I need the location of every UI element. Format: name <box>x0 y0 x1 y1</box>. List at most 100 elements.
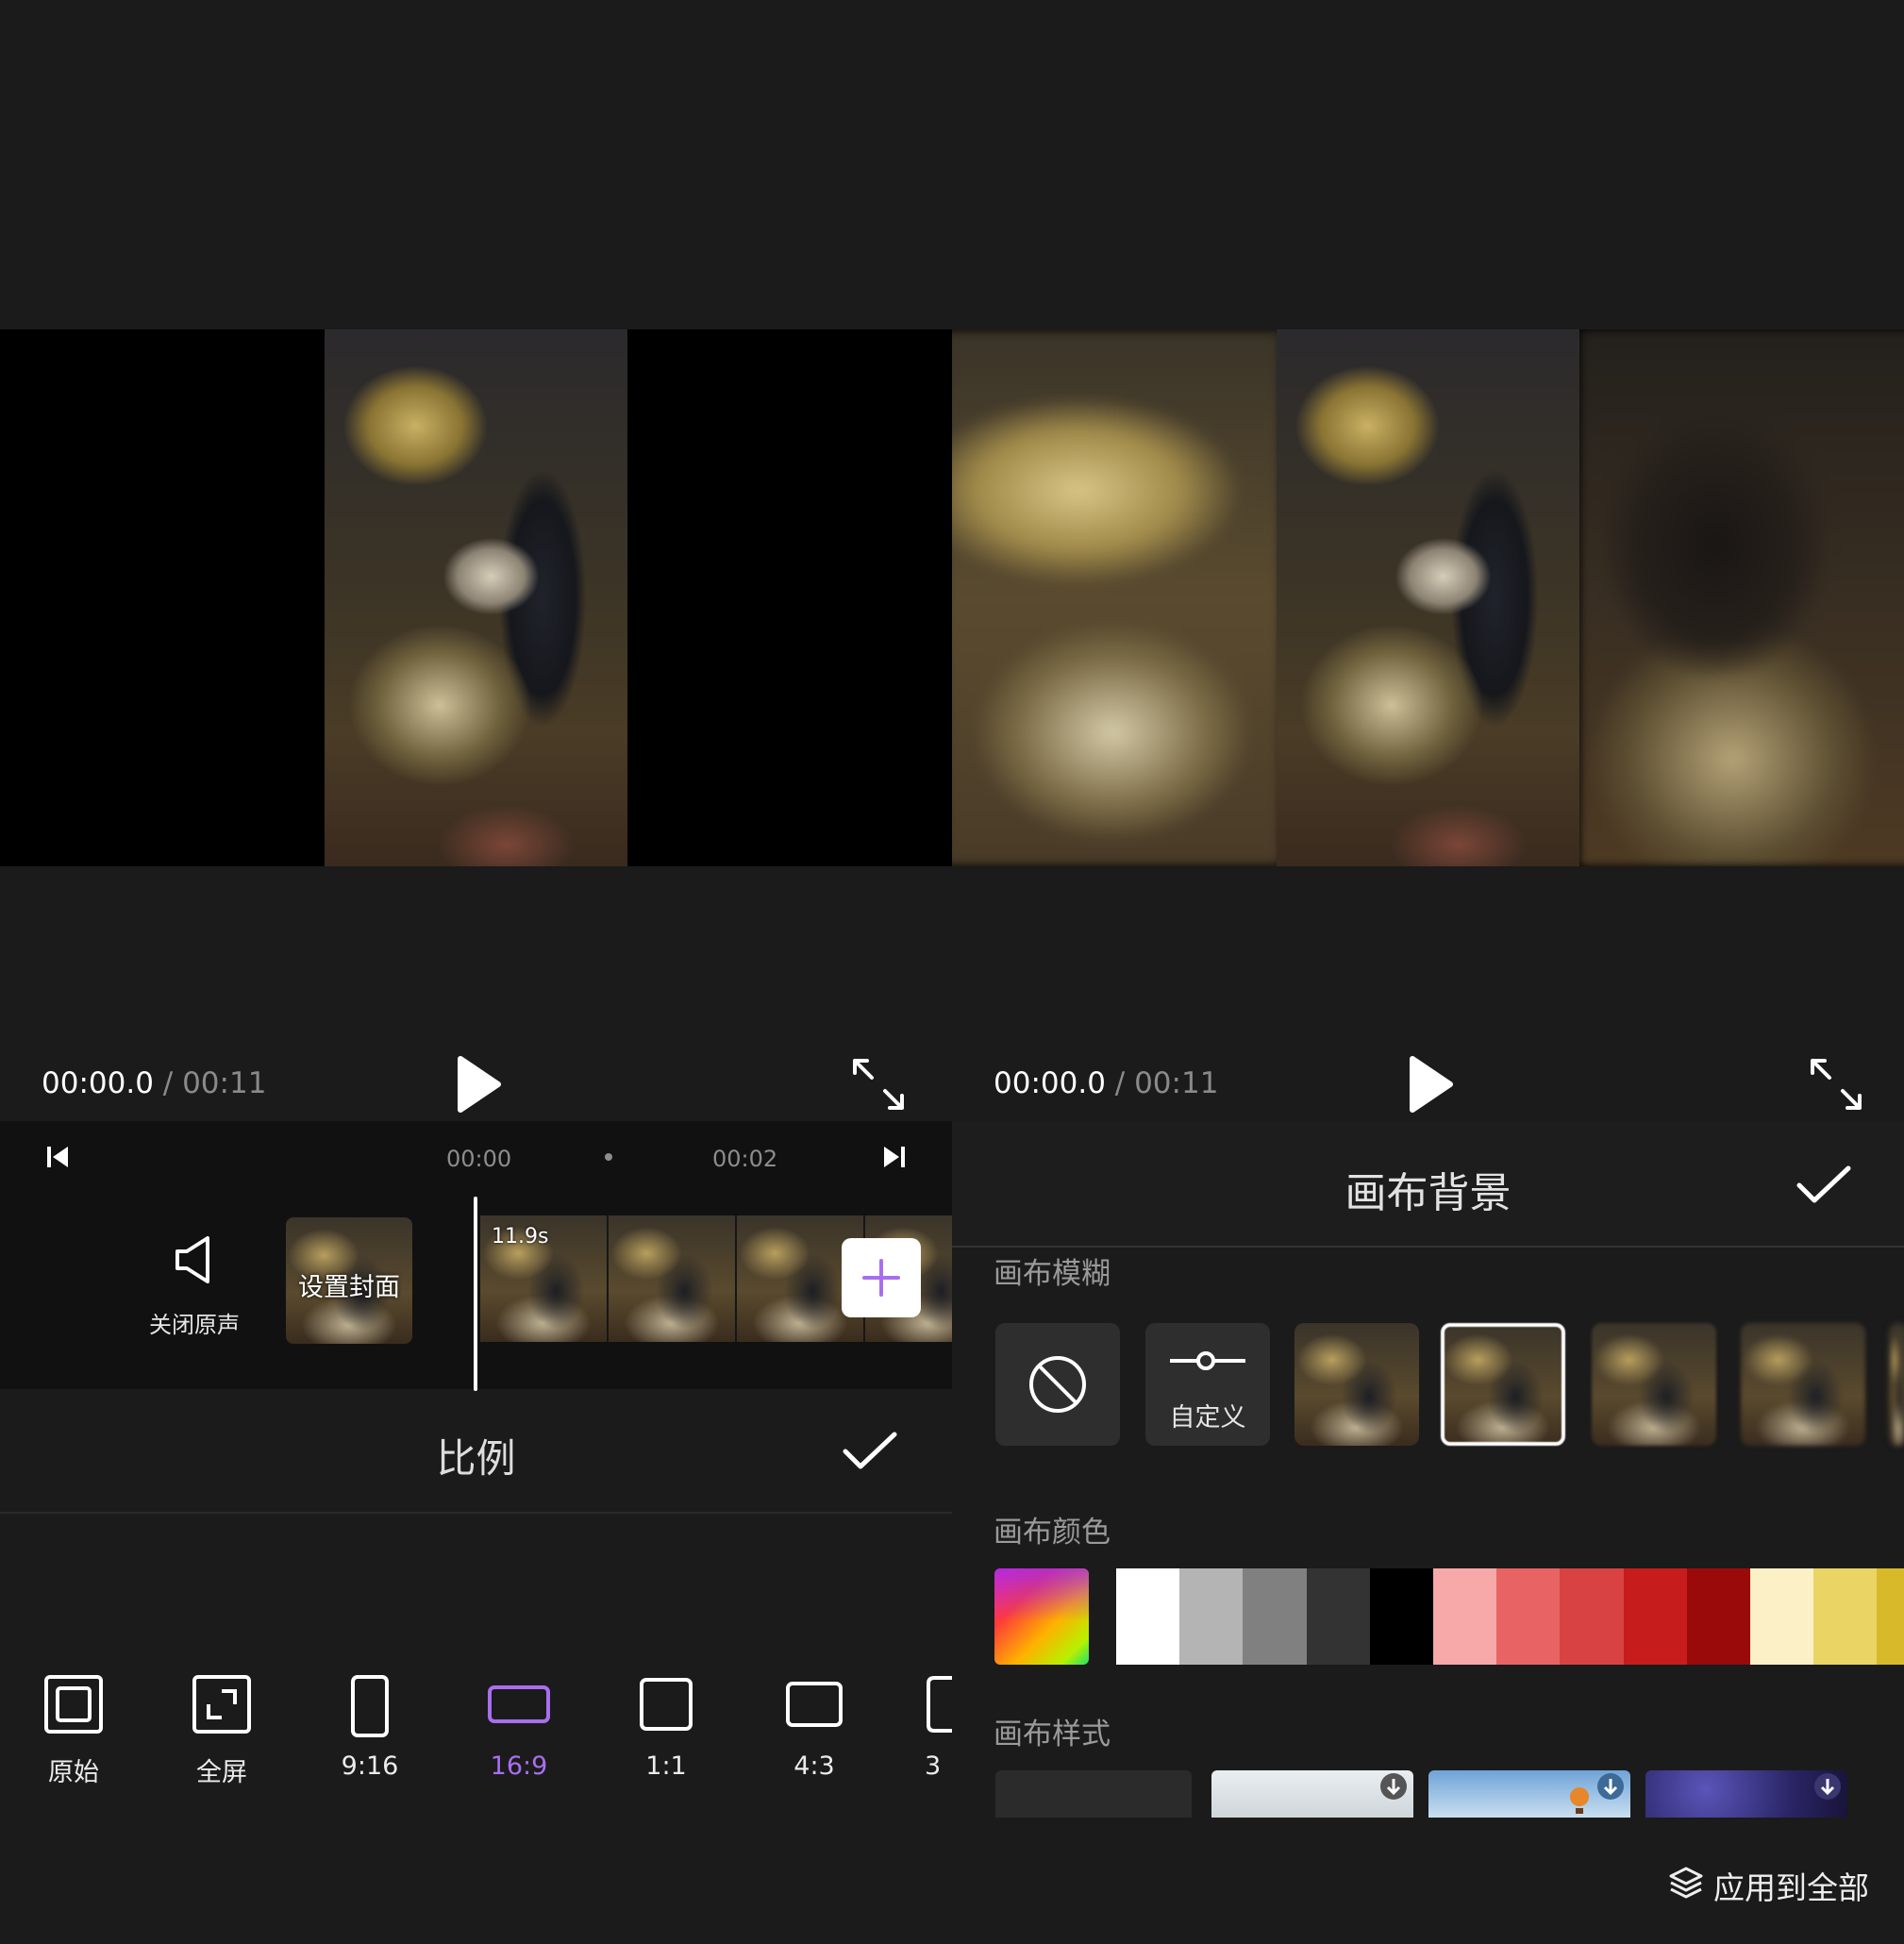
blur-option-level-1[interactable] <box>1294 1323 1419 1446</box>
confirm-check-icon[interactable] <box>842 1431 898 1472</box>
playback-bar: 00:00.0 / 00:11 <box>952 1055 1904 1121</box>
video-preview <box>952 329 1904 866</box>
ratio-9-16-icon <box>351 1675 389 1737</box>
sheet-title: 画布背景 <box>1344 1169 1512 1217</box>
ratio-option-9-16[interactable]: 9:16 <box>323 1674 417 1781</box>
time-separator: / <box>1105 1066 1135 1100</box>
ratio-editor-panel: 00:00.0 / 00:11 00:00 00:02 关闭原声 设置封面 11… <box>0 0 952 1944</box>
apply-to-all-button[interactable]: 应用到全部 <box>1662 1863 1879 1906</box>
color-swatch[interactable] <box>1496 1568 1561 1665</box>
canvas-color-label: 画布颜色 <box>994 1516 1111 1550</box>
style-option-balloon[interactable] <box>1428 1770 1630 1818</box>
fullscreen-toggle-icon[interactable] <box>851 1057 906 1112</box>
color-swatch[interactable] <box>1623 1568 1687 1665</box>
color-swatch[interactable] <box>1433 1568 1497 1665</box>
time-display: 00:00.0 / 00:11 <box>42 1066 266 1100</box>
color-swatch[interactable] <box>1686 1568 1750 1665</box>
ratio-label: 3 <box>925 1751 942 1781</box>
set-cover-button[interactable]: 设置封面 <box>286 1217 412 1344</box>
layers-icon <box>1669 1867 1703 1899</box>
blurred-background-right <box>1579 329 1904 866</box>
ratio-option-4-3[interactable]: 4:3 <box>767 1674 861 1781</box>
blur-option-none[interactable] <box>995 1323 1120 1446</box>
color-swatch[interactable] <box>1369 1568 1433 1665</box>
divider <box>0 1512 952 1514</box>
color-swatch[interactable] <box>1179 1568 1244 1665</box>
timeline: 00:00 00:02 关闭原声 设置封面 11.9s <box>0 1121 952 1391</box>
plus-icon <box>862 1259 900 1297</box>
cover-label: 设置封面 <box>298 1273 400 1302</box>
total-time: 00:11 <box>1134 1066 1219 1100</box>
mute-label: 关闭原声 <box>149 1312 240 1338</box>
blurred-background-left <box>952 329 1282 866</box>
fullscreen-toggle-icon[interactable] <box>1809 1057 1863 1112</box>
custom-label: 自定义 <box>1169 1403 1246 1433</box>
current-time: 00:00.0 <box>42 1066 154 1100</box>
download-icon <box>1597 1773 1624 1800</box>
ratio-option-1-1[interactable]: 1:1 <box>619 1674 713 1781</box>
total-time: 00:11 <box>182 1066 267 1100</box>
clip-duration: 11.9s <box>492 1225 549 1249</box>
ratio-label: 16:9 <box>490 1751 548 1781</box>
playhead[interactable] <box>474 1197 477 1391</box>
play-icon[interactable] <box>1407 1055 1456 1114</box>
ratio-label: 4:3 <box>793 1751 835 1781</box>
color-swatch[interactable] <box>1116 1568 1180 1665</box>
ratio-label: 1:1 <box>645 1751 687 1781</box>
color-swatch[interactable] <box>1560 1568 1624 1665</box>
current-time: 00:00.0 <box>994 1066 1106 1100</box>
color-swatch[interactable] <box>1306 1568 1370 1665</box>
add-clip-button[interactable] <box>842 1238 921 1317</box>
blur-option-custom[interactable]: 自定义 <box>1145 1323 1270 1446</box>
ratio-option-fullscreen[interactable]: 全屏 <box>175 1674 269 1788</box>
no-blur-icon <box>1029 1356 1086 1413</box>
slider-icon <box>1170 1351 1245 1370</box>
video-preview <box>0 329 952 866</box>
color-swatch[interactable] <box>1877 1568 1904 1665</box>
style-option-galaxy[interactable] <box>1645 1770 1847 1818</box>
ratio-option-3[interactable]: 3 <box>925 1674 952 1781</box>
fullscreen-icon <box>192 1675 251 1734</box>
download-icon <box>1380 1773 1407 1800</box>
clip-thumbnail <box>609 1215 737 1342</box>
balloon-icon <box>1570 1787 1589 1814</box>
ratio-3-icon <box>927 1676 952 1733</box>
style-option-clouds[interactable] <box>1211 1770 1413 1818</box>
style-option-none[interactable] <box>995 1770 1192 1818</box>
color-swatch[interactable] <box>1750 1568 1814 1665</box>
blur-option-level-5[interactable] <box>1889 1323 1904 1446</box>
time-separator: / <box>153 1066 183 1100</box>
confirm-check-icon[interactable] <box>1795 1165 1852 1206</box>
ratio-option-16-9[interactable]: 16:9 <box>472 1674 566 1781</box>
ruler-tick: 00:00 <box>446 1146 512 1172</box>
time-display: 00:00.0 / 00:11 <box>994 1066 1218 1100</box>
canvas-style-label: 画布样式 <box>994 1718 1111 1751</box>
blur-option-level-3[interactable] <box>1592 1323 1716 1446</box>
video-frame <box>1277 329 1579 866</box>
playback-bar: 00:00.0 / 00:11 <box>0 1055 952 1121</box>
mute-original-button[interactable] <box>142 1234 249 1289</box>
blur-option-level-4[interactable] <box>1741 1323 1865 1446</box>
ratio-label: 全屏 <box>196 1758 247 1787</box>
play-icon[interactable] <box>455 1055 504 1114</box>
skip-to-start-icon[interactable] <box>44 1144 71 1170</box>
video-frame <box>325 329 627 866</box>
blur-option-level-2[interactable] <box>1441 1323 1565 1446</box>
ruler-tick: 00:02 <box>712 1146 778 1172</box>
color-picker-swatch[interactable] <box>994 1568 1089 1665</box>
original-icon <box>44 1675 103 1734</box>
ruler-dot <box>605 1153 612 1161</box>
ratio-option-original[interactable]: 原始 <box>26 1674 121 1788</box>
download-icon <box>1814 1773 1841 1800</box>
apply-all-label: 应用到全部 <box>1713 1869 1869 1906</box>
ratio-label: 原始 <box>48 1758 99 1787</box>
ratio-4-3-icon <box>786 1682 843 1727</box>
color-swatch[interactable] <box>1813 1568 1878 1665</box>
ratio-label: 9:16 <box>341 1751 399 1781</box>
speaker-icon <box>175 1236 209 1283</box>
color-swatch[interactable] <box>1243 1568 1307 1665</box>
skip-to-end-icon[interactable] <box>881 1144 908 1170</box>
picker-gradient <box>994 1568 1089 1665</box>
ratio-16-9-icon <box>488 1685 550 1723</box>
divider <box>952 1246 1904 1248</box>
